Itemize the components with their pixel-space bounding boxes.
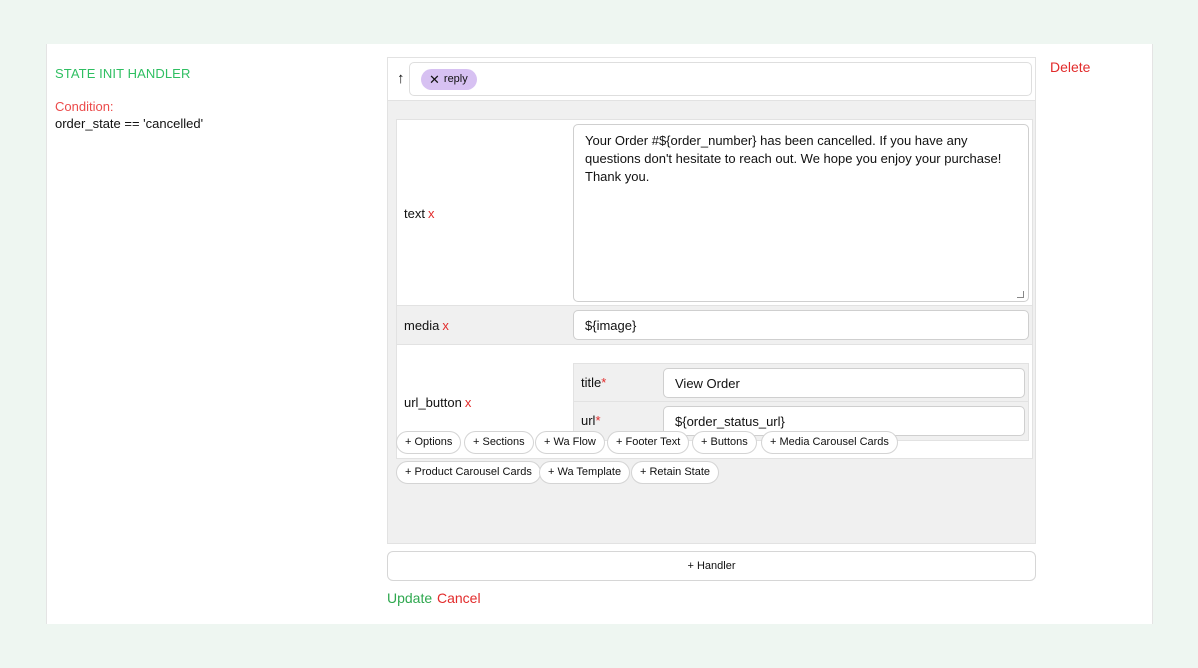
field-label-text: text x [404,206,434,221]
handler-info: STATE INIT HANDLER Condition: order_stat… [55,66,203,131]
action-type-bar: ↑ ✕ reply [388,58,1035,101]
cancel-button[interactable]: Cancel [437,590,481,606]
subfield-name: url [581,413,596,428]
add-options-button[interactable]: + Options [396,431,462,454]
condition-value: order_state == 'cancelled' [55,116,204,131]
remove-field-media-button[interactable]: x [442,318,449,333]
field-row-text: text x Your Order #${order_number} has be… [397,120,1032,306]
field-name: media [404,318,440,333]
action-type-select[interactable]: ✕ reply [409,62,1032,96]
field-name: text [404,206,425,221]
add-buttons-button[interactable]: + Buttons [692,431,757,454]
add-retain-state-button[interactable]: + Retain State [631,461,720,484]
subfield-name: title [581,375,602,390]
field-name: url_button [404,395,462,410]
fields-table: text x Your Order #${order_number} has be… [396,119,1033,459]
field-row-media: media x ${image} [397,306,1032,345]
required-marker: * [601,375,607,390]
add-sections-button[interactable]: + Sections [464,431,534,454]
handler-title: STATE INIT HANDLER [55,66,191,81]
delete-button[interactable]: Delete [1050,59,1090,75]
add-handler-button[interactable]: + Handler [387,551,1036,581]
field-label-url-button: url_button x [404,395,471,410]
add-media-carousel-cards-button[interactable]: + Media Carousel Cards [761,431,898,454]
update-button[interactable]: Update [387,590,432,606]
condition-label: Condition: [55,99,114,114]
add-product-carousel-cards-button[interactable]: + Product Carousel Cards [396,461,541,484]
chip-label: reply [443,73,468,85]
field-label-media: media x [404,318,449,333]
remove-field-url-button-button[interactable]: x [465,395,472,410]
subfield-row-title: title* View Order [574,364,1028,402]
subfield-label-title: title* [581,375,606,390]
add-wa-flow-button[interactable]: + Wa Flow [535,431,605,454]
handler-card: STATE INIT HANDLER Condition: order_stat… [46,44,1153,624]
add-wa-template-button[interactable]: + Wa Template [539,461,631,484]
action-chip-reply[interactable]: ✕ reply [421,69,477,90]
close-icon[interactable]: ✕ [429,69,440,90]
subfield-label-url: url* [581,413,601,428]
resize-grip-icon[interactable] [1017,291,1024,298]
title-input[interactable]: View Order [663,368,1025,398]
text-textarea[interactable]: Your Order #${order_number} has been can… [573,124,1029,302]
action-editor: ↑ ✕ reply text x Your Order #${order_numb… [387,57,1036,544]
remove-field-text-button[interactable]: x [428,206,435,221]
required-marker: * [595,413,601,428]
add-footer-text-button[interactable]: + Footer Text [607,431,690,454]
url-button-subfields: title* View Order url* ${order_status_ur… [573,363,1029,441]
media-input[interactable]: ${image} [573,310,1029,340]
move-up-icon[interactable]: ↑ [397,70,405,87]
